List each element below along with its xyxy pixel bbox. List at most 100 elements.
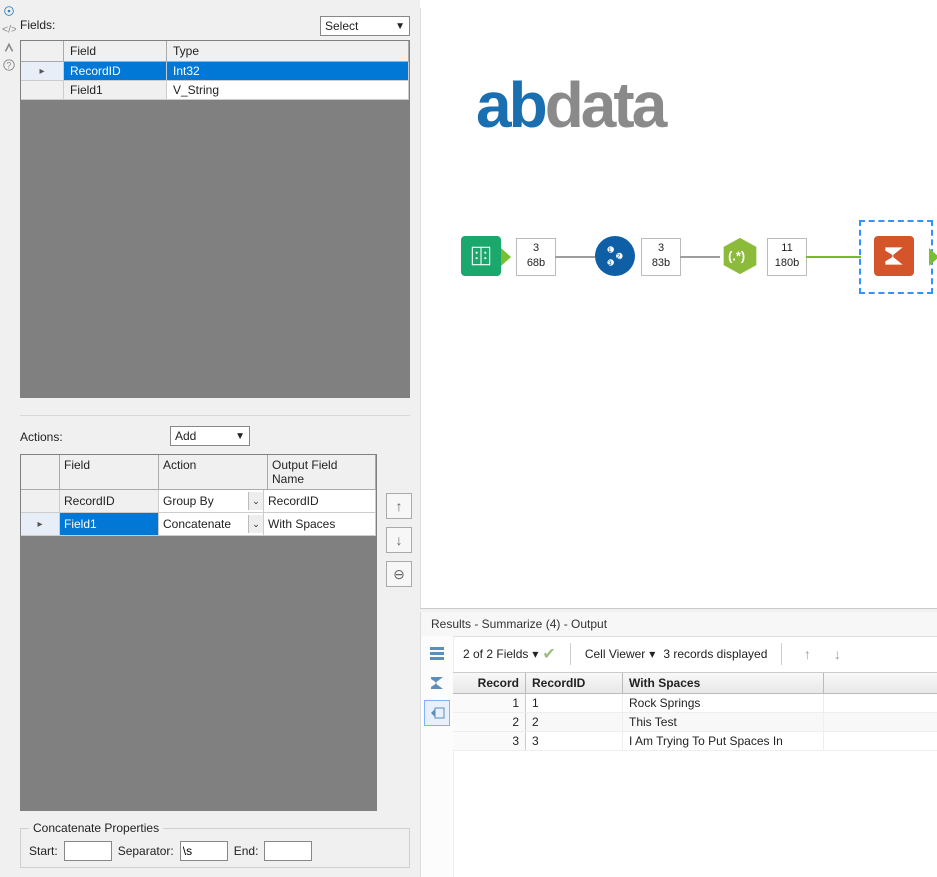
svg-text:</>: </> [2,24,16,36]
results-row[interactable]: 2 2 This Test [453,713,937,732]
results-view-strip [421,636,454,877]
text-input-tool[interactable] [461,236,501,276]
fields-grid[interactable]: Field Type RecordID Int32 Field1 V_Strin… [20,40,410,398]
workflow-tools: 3 68b 123 3 83b (.*) 11 180b [441,218,927,298]
add-dropdown[interactable]: Add ▼ [170,426,250,446]
field-type: V_String [167,81,409,99]
svg-text:?: ? [6,61,11,71]
results-col-record[interactable]: Record [453,673,526,693]
connector [680,256,720,258]
svg-text:1: 1 [608,247,612,254]
actions-col-output[interactable]: Output Field Name [268,455,376,489]
results-panel: Results - Summarize (4) - Output 2 of 2 … [420,612,937,877]
check-icon: ✔ [542,644,555,664]
concat-end-label: End: [234,844,259,858]
cell-viewer-menu[interactable]: Cell Viewer ▾ [585,647,656,661]
chevron-down-icon: ⌄ [248,492,263,510]
logo-data: data [545,69,665,141]
row-index: 3 [453,732,526,750]
config-pane: </> ? Fields: Select ▼ Field Type Record… [0,0,420,877]
tool-meta: 3 83b [641,238,681,276]
fields-label: Fields: [20,18,55,32]
concat-sep-label: Separator: [118,844,174,858]
chevron-down-icon: ⌄ [248,515,263,533]
actions-col-field[interactable]: Field [60,455,159,489]
row-withspaces: Rock Springs [623,694,824,712]
actions-section: Actions: Add ▼ Field Action Output Field… [20,415,410,811]
actions-col-action[interactable]: Action [159,455,268,489]
results-row[interactable]: 1 1 Rock Springs [453,694,937,713]
tool-meta: 11 180b [767,238,807,276]
concat-start-label: Start: [29,844,58,858]
row-index: 1 [453,694,526,712]
svg-text:3: 3 [608,260,612,267]
results-view-list-icon[interactable] [424,640,450,666]
fields-row[interactable]: RecordID Int32 [21,62,409,81]
row-index: 2 [453,713,526,731]
tool-meta: 3 68b [516,238,556,276]
config-icon-strip: </> ? [0,0,18,877]
move-up-button[interactable]: ↑ [386,493,412,519]
nav-down-button[interactable]: ↓ [826,643,848,665]
results-view-output-icon[interactable] [424,700,450,726]
results-col-withspaces[interactable]: With Spaces [623,673,824,693]
chevron-down-icon: ▾ [649,647,655,661]
select-dropdown-label: Select [325,19,358,33]
connector [806,256,861,258]
fields-picker[interactable]: 2 of 2 Fields ▾ ✔ [463,644,556,664]
actions-row[interactable]: RecordID Group By⌄ RecordID [21,490,376,513]
results-toolbar: 2 of 2 Fields ▾ ✔ Cell Viewer ▾ 3 record… [453,636,937,673]
select-dropdown[interactable]: Select ▼ [320,16,410,36]
remove-button[interactable]: ⊖ [386,561,412,587]
actions-grid[interactable]: Field Action Output Field Name RecordID … [20,454,377,811]
separator [570,643,571,665]
results-grid-header: Record RecordID With Spaces [453,672,937,694]
concat-start-input[interactable] [64,841,112,861]
row-recordid: 1 [526,694,623,712]
regex-tool[interactable]: (.*) [720,236,760,276]
chevron-down-icon: ▼ [395,21,405,32]
concat-legend: Concatenate Properties [29,821,163,835]
action-output: RecordID [264,490,376,512]
fields-grid-header: Field Type [21,41,409,62]
field-name: Field1 [64,81,167,99]
results-row[interactable]: 3 3 I Am Trying To Put Spaces In [453,732,937,751]
field-type: Int32 [167,62,409,80]
fields-col-field[interactable]: Field [64,41,167,61]
fields-col-type[interactable]: Type [167,41,409,61]
action-select[interactable]: Group By⌄ [159,490,264,512]
workflow-canvas[interactable]: abdata 3 68b 123 3 83b (. [420,8,937,608]
right-pane: abdata 3 68b 123 3 83b (. [420,0,937,877]
record-id-tool[interactable]: 123 [595,236,635,276]
results-view-sigma-icon[interactable] [424,670,450,696]
meta-size: 83b [642,256,680,271]
field-name: RecordID [64,62,167,80]
actions-side-buttons: ↑ ↓ ⊖ [386,493,414,595]
svg-text:2: 2 [617,254,621,261]
fields-row[interactable]: Field1 V_String [21,81,409,100]
meta-count: 3 [642,241,680,256]
concat-sep-input[interactable] [180,841,228,861]
svg-text:(.*): (.*) [728,249,745,264]
summarize-tool[interactable] [874,236,914,276]
action-field: RecordID [60,490,159,512]
add-dropdown-label: Add [175,429,196,443]
actions-grid-header: Field Action Output Field Name [21,455,376,490]
action-field: Field1 [60,513,159,535]
row-withspaces: I Am Trying To Put Spaces In [623,732,824,750]
results-grid[interactable]: Record RecordID With Spaces 1 1 Rock Spr… [453,672,937,877]
meta-count: 3 [517,241,555,256]
meta-size: 68b [517,256,555,271]
fields-section: Fields: Select ▼ Field Type RecordID Int… [20,18,410,398]
concat-end-input[interactable] [264,841,312,861]
connector [555,256,595,258]
nav-up-button[interactable]: ↑ [796,643,818,665]
row-recordid: 3 [526,732,623,750]
results-title: Results - Summarize (4) - Output [421,612,937,637]
actions-row[interactable]: Field1 Concatenate⌄ With Spaces [21,513,376,536]
separator [781,643,782,665]
move-down-button[interactable]: ↓ [386,527,412,553]
records-info: 3 records displayed [663,647,767,661]
action-select[interactable]: Concatenate⌄ [159,513,264,535]
results-col-recordid[interactable]: RecordID [526,673,623,693]
